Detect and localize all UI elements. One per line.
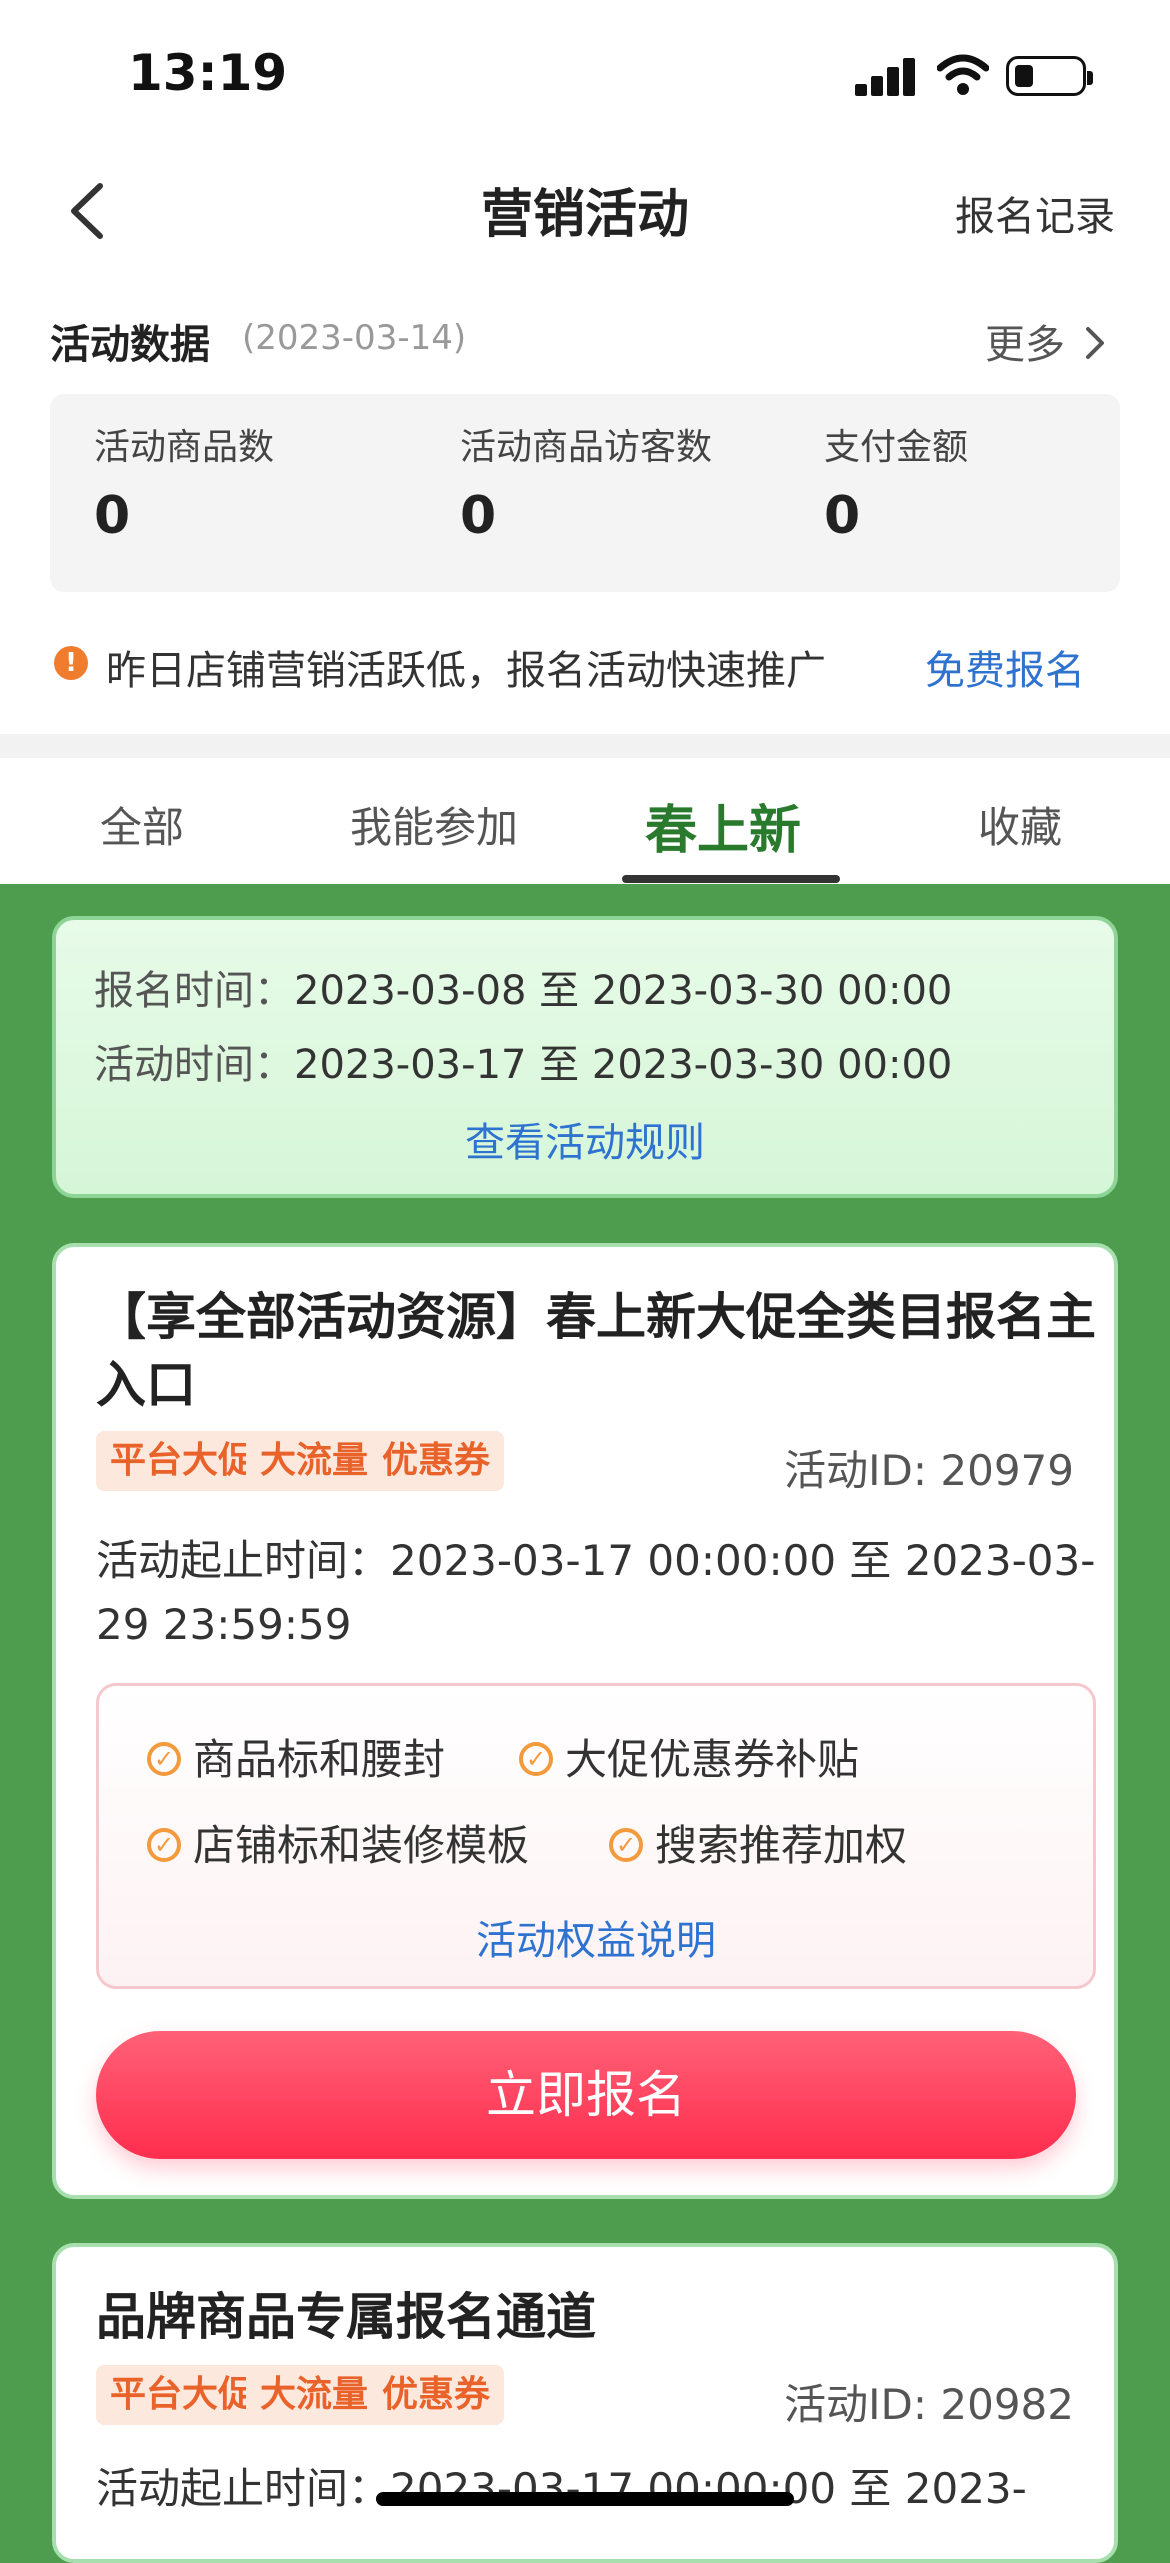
activity-id: 活动ID: 20979 [784,1446,1074,1495]
signup-time-row: 报名时间：2023-03-08 至 2023-03-30 00:00 [94,958,952,1016]
benefit-item: ✓ 店铺标和装修模板 [147,1812,529,1873]
benefit-item: ✓ 大促优惠券补贴 [519,1726,859,1787]
section-title: 活动数据 [50,322,210,368]
activity-title: 【享全部活动资源】春上新大促全类目报名主入口 [96,1288,1096,1414]
notice-text: 昨日店铺营销活跃低，报名活动快速推广 [106,648,826,694]
check-circle-icon: ✓ [147,1827,181,1862]
wifi-icon [937,54,989,95]
benefit-text: 大促优惠券补贴 [565,1735,860,1784]
activity-time-label: 活动时间： [94,1042,294,1088]
tag-badge: 优惠券 [368,2365,505,2425]
more-link[interactable]: 更多 [985,312,1108,370]
check-circle-icon: ✓ [609,1827,643,1862]
activity-id: 活动ID: 20982 [784,2380,1074,2429]
benefit-text: 搜索推荐加权 [655,1821,908,1870]
tag-badge: 优惠券 [368,1431,505,1491]
tag-badge: 大流量 [246,2365,383,2425]
check-circle-icon: ✓ [147,1741,181,1776]
activity-period: 活动起止时间：2023-03-17 00:00:00 至 2023- [96,2464,1027,2513]
benefits-box: ✓ 商品标和腰封 ✓ 大促优惠券补贴 ✓ 店铺标和装修模板 ✓ 搜索推荐加权 活动权益说… [96,1683,1096,1989]
tab-spring-new[interactable]: 春上新 [645,788,801,863]
status-bar: 13:19 [0,0,1170,150]
activity-card: 品牌商品专属报名通道 平台大促 大流量 优惠券 活动ID: 20982 活动起止… [52,2243,1118,2563]
benefit-text: 商品标和腰封 [193,1735,446,1784]
tab-favorites[interactable]: 收藏 [978,794,1062,855]
data-date: (2023-03-14) [242,318,467,358]
battery-icon [1006,56,1093,96]
tab-eligible[interactable]: 我能参加 [350,794,518,855]
section-divider [0,734,1170,758]
stats-box: 活动商品数 0 活动商品访客数 0 支付金额 0 [50,394,1120,592]
benefit-text: 店铺标和装修模板 [193,1821,530,1870]
status-time: 13:19 [128,44,288,102]
nav-bar: 营销活动 报名记录 [0,150,1170,273]
activity-card: 【享全部活动资源】春上新大促全类目报名主入口 平台大促 大流量 优惠券 活动ID… [52,1243,1118,2199]
tag-badge: 平台大促 [96,2365,269,2425]
view-rules-link[interactable]: 查看活动规则 [56,1110,1114,1168]
tab-all[interactable]: 全部 [100,794,184,855]
more-label: 更多 [985,322,1065,368]
stat-label: 支付金额 [824,427,969,468]
signup-time-value: 2023-03-08 至 2023-03-30 00:00 [294,968,953,1014]
stat-value: 0 [94,486,131,546]
activity-period: 活动起止时间：2023-03-17 00:00:00 至 2023-03-29 … [96,1536,1096,1649]
activity-data-section: 活动数据 (2023-03-14) 更多 活动商品数 0 活动商品访客数 0 支… [0,272,1170,734]
activity-title: 品牌商品专属报名通道 [96,2288,596,2346]
stat-label: 活动商品数 [94,427,275,468]
activity-time-value: 2023-03-17 至 2023-03-30 00:00 [294,1042,953,1088]
stat-label: 活动商品访客数 [460,427,713,468]
time-info-card: 报名时间：2023-03-08 至 2023-03-30 00:00 活动时间：… [52,916,1118,1198]
signup-record-link[interactable]: 报名记录 [955,184,1115,242]
benefit-explain-link[interactable]: 活动权益说明 [99,1908,1093,1966]
stat-value: 0 [824,486,861,546]
benefit-item: ✓ 商品标和腰封 [147,1726,445,1787]
check-circle-icon: ✓ [519,1741,553,1776]
active-tab-indicator [622,875,840,883]
chevron-right-icon [1085,327,1104,359]
signup-time-label: 报名时间： [94,968,294,1014]
tab-bar: 全部 我能参加 春上新 收藏 [0,758,1170,884]
tag-badge: 平台大促 [96,1431,269,1491]
warning-icon: ! [54,646,88,680]
signup-now-button[interactable]: 立即报名 [96,2031,1076,2159]
home-indicator [376,2492,794,2506]
benefit-item: ✓ 搜索推荐加权 [609,1812,907,1873]
tag-badge: 大流量 [246,1431,383,1491]
cellular-signal-icon [855,58,915,96]
notice-bar: ! 昨日店铺营销活跃低，报名活动快速推广 免费报名 [50,632,1140,694]
activity-time-row: 活动时间：2023-03-17 至 2023-03-30 00:00 [94,1032,952,1090]
free-signup-link[interactable]: 免费报名 [925,638,1085,696]
stat-value: 0 [460,486,497,546]
